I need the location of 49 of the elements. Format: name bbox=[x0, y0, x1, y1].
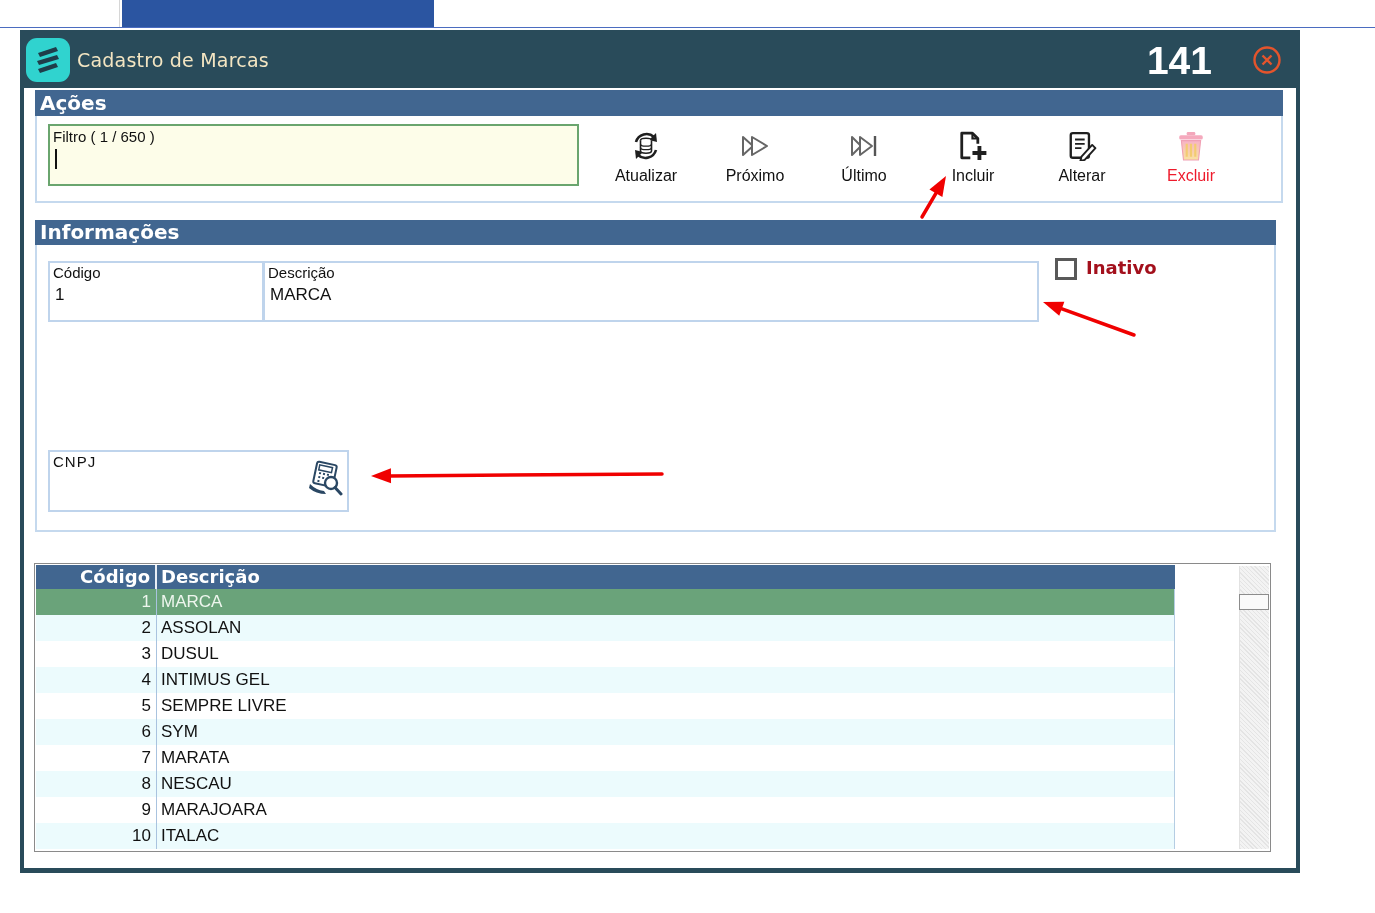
table-cell: 10 bbox=[36, 823, 157, 849]
field-label: Filtro ( 1 / 650 ) bbox=[53, 128, 156, 146]
input-field[interactable]: Código 1 bbox=[48, 261, 264, 322]
scrollbar-thumb[interactable] bbox=[1239, 594, 1269, 610]
toolbar-button[interactable]: Excluir bbox=[1141, 124, 1241, 185]
logo-icon bbox=[26, 38, 70, 82]
trash-icon bbox=[1176, 131, 1206, 161]
column-header: Descrição bbox=[160, 565, 261, 589]
toolbar-button[interactable]: Incluir bbox=[923, 124, 1023, 185]
table-cell-text: DUSUL bbox=[160, 643, 220, 665]
section-header: Ações bbox=[35, 90, 1283, 116]
window-title: Cadastro de Marcas bbox=[77, 49, 269, 71]
table-cell-text: SEMPRE LIVRE bbox=[160, 695, 288, 717]
table-cell-text: INTIMUS GEL bbox=[160, 669, 271, 691]
table-cell-text: MARAJOARA bbox=[160, 799, 268, 821]
scrollbar[interactable] bbox=[1239, 566, 1269, 849]
toolbar-button[interactable]: Atualizar bbox=[596, 124, 696, 185]
field-label: Descrição bbox=[268, 264, 336, 282]
field-label: Código bbox=[53, 264, 102, 282]
input-field[interactable]: CNPJ bbox=[48, 450, 349, 512]
table-cell-text: SYM bbox=[160, 721, 199, 743]
fast-forward-icon bbox=[740, 135, 770, 157]
table-cell-text: MARATA bbox=[160, 747, 231, 769]
table-cell-text: NESCAU bbox=[160, 773, 233, 795]
skip-to-end-icon bbox=[849, 135, 879, 157]
table-row[interactable]: 10 ITALAC bbox=[36, 823, 1175, 849]
table-cell-text: MARCA bbox=[160, 591, 224, 613]
toolbar-button[interactable]: Próximo bbox=[705, 124, 805, 185]
input-field[interactable]: Descrição MARCA bbox=[264, 261, 1039, 322]
toolbar-button[interactable]: Último bbox=[814, 124, 914, 185]
close-icon[interactable] bbox=[1252, 45, 1282, 75]
document-pencil-icon bbox=[1067, 131, 1097, 161]
table-row[interactable]: 2 ASSOLAN bbox=[36, 615, 1175, 641]
checkbox-label: Inativo bbox=[1086, 257, 1157, 278]
document-plus-icon bbox=[958, 131, 988, 161]
text-cursor-icon bbox=[55, 149, 57, 169]
table-row[interactable]: 4 INTIMUS GEL bbox=[36, 667, 1175, 693]
field-label: CNPJ bbox=[53, 453, 97, 470]
table-cell-text: ASSOLAN bbox=[160, 617, 243, 639]
table-row[interactable]: 8 NESCAU bbox=[36, 771, 1175, 797]
screen-number: 141 bbox=[1146, 40, 1212, 80]
filter-field[interactable]: Filtro ( 1 / 650 ) bbox=[48, 124, 579, 186]
search-icon[interactable] bbox=[308, 460, 344, 496]
annotation-arrow bbox=[920, 176, 946, 219]
section-header: Informações bbox=[35, 220, 1276, 245]
toolbar-button[interactable]: Alterar bbox=[1032, 124, 1132, 185]
table-row[interactable]: 6 SYM bbox=[36, 719, 1175, 745]
table-cell-text: ITALAC bbox=[160, 825, 221, 847]
checkbox[interactable] bbox=[1055, 258, 1077, 280]
